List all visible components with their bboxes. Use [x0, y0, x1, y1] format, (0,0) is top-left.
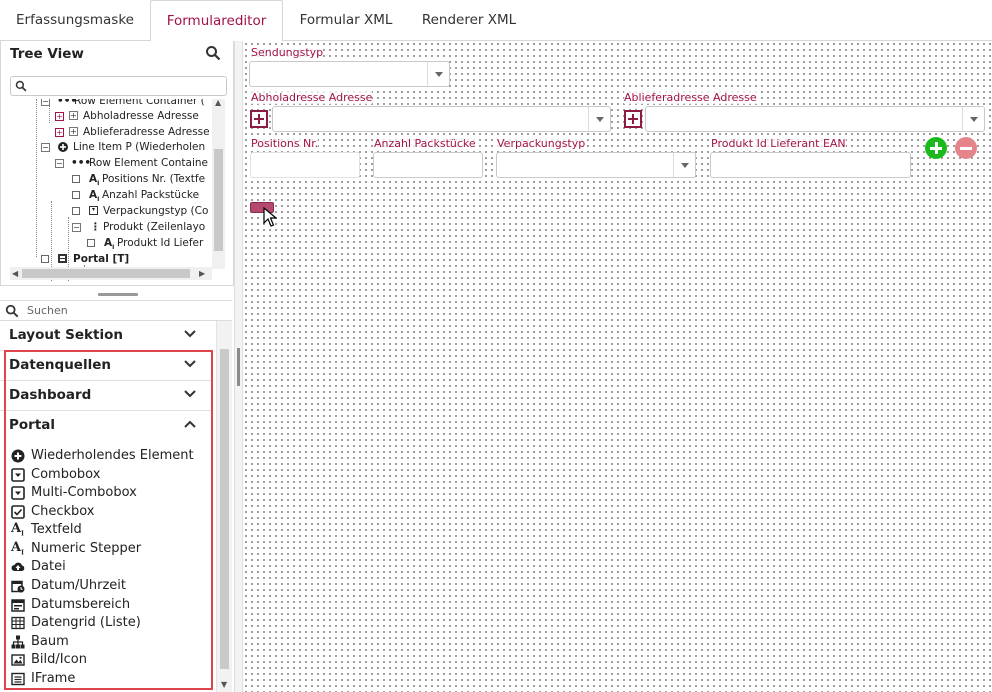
search-placeholder: Suchen [27, 304, 68, 317]
palette-vertical-scrollbar[interactable]: ▼ [216, 321, 232, 692]
search-icon [5, 304, 19, 318]
node-checkbox[interactable] [72, 191, 80, 199]
divider-grip[interactable] [237, 348, 240, 386]
mouse-cursor-icon [263, 207, 277, 227]
field-label-sendungstyp: Sendungstyp [251, 46, 324, 59]
collapse-toggle[interactable]: − [72, 223, 81, 232]
tree-node-label: Ablieferadresse Adresse [83, 126, 210, 138]
group-icon: + [69, 127, 78, 136]
scroll-down-arrow-icon[interactable]: ▼ [221, 680, 227, 689]
tree: − ••• Row Element Container ( + + Abhola… [10, 99, 227, 282]
field-label-produkt-id: Produkt Id Lieferant EAN [711, 137, 846, 150]
panel-splitter-handle[interactable] [98, 293, 138, 296]
tree-node-label: Verpackungstyp (Co [103, 205, 209, 217]
tree-node-label: Positions Nr. (Textfe [102, 173, 206, 185]
field-label-ablieferadresse: Ablieferadresse Adresse [624, 91, 757, 104]
tree-filter-input[interactable] [10, 76, 227, 96]
chevron-down-icon[interactable] [962, 107, 984, 131]
scroll-thumb[interactable] [22, 269, 190, 278]
text-field-icon: AI [89, 189, 100, 204]
tree-node-label: Abholadresse Adresse [83, 110, 199, 122]
tab-renderer-xml[interactable]: Renderer XML [408, 0, 530, 41]
tab-erfassungsmaske[interactable]: Erfassungsmaske [0, 0, 150, 41]
tree-node-label: Portal [T] [73, 253, 130, 265]
tree-node-label: Line Item P (Wiederholen [73, 141, 206, 153]
tree-connector [36, 99, 37, 257]
positions-nr-input[interactable] [250, 152, 360, 178]
search-icon[interactable] [205, 45, 221, 61]
field-label-abholadresse: Abholadresse Adresse [251, 91, 373, 104]
scroll-thumb[interactable] [220, 349, 229, 669]
verpackungstyp-combobox[interactable] [496, 152, 696, 178]
node-checkbox[interactable] [72, 207, 80, 215]
chevron-down-icon[interactable] [427, 62, 449, 86]
tree-vertical-scrollbar[interactable]: ▲ [212, 98, 225, 269]
node-checkbox[interactable] [72, 175, 80, 183]
tab-bar: Erfassungsmaske Formulareditor Formular … [0, 0, 992, 42]
tree-horizontal-scrollbar[interactable]: ◀ ▶ [10, 267, 212, 280]
expand-toggle[interactable]: + [55, 128, 64, 137]
sendungstyp-combobox[interactable] [249, 61, 450, 87]
plus-circle-icon [58, 142, 68, 152]
collapse-toggle[interactable]: − [41, 99, 50, 106]
add-abholadresse-button[interactable] [250, 110, 268, 128]
chevron-down-icon [184, 330, 196, 338]
node-checkbox[interactable] [41, 255, 49, 263]
chevron-down-icon[interactable] [588, 107, 610, 131]
field-label-positions-nr: Positions Nr. [251, 137, 319, 150]
left-panel: Tree View − ••• Row Element Container ( … [0, 41, 234, 692]
tab-formulareditor[interactable]: Formulareditor [150, 0, 283, 42]
tree-view-title: Tree View [10, 46, 84, 62]
group-icon: + [69, 111, 78, 120]
chevron-down-icon[interactable] [673, 153, 695, 177]
scroll-right-arrow-icon[interactable]: ▶ [199, 269, 205, 278]
remove-row-button[interactable] [955, 137, 977, 159]
combobox-icon: ▾ [89, 206, 98, 215]
tree-node-label: Produkt Id Liefer [117, 237, 204, 249]
section-label: Layout Sektion [9, 327, 123, 343]
produkt-id-input[interactable] [710, 152, 911, 178]
expand-toggle[interactable]: + [55, 112, 64, 121]
palette-search-input[interactable]: Suchen [0, 300, 232, 321]
form-canvas[interactable]: Sendungstyp Abholadresse Adresse Abliefe… [243, 41, 992, 692]
section-layout-sektion[interactable]: Layout Sektion [0, 321, 213, 351]
tree-node-label: Row Element Containe [89, 157, 208, 169]
search-icon [15, 80, 27, 92]
add-row-button[interactable] [925, 137, 947, 159]
field-label-verpackungstyp: Verpackungstyp [497, 137, 586, 150]
tree-node-label: Produkt (Zeilenlayo [103, 221, 206, 233]
scroll-left-arrow-icon[interactable]: ◀ [12, 269, 18, 278]
collapse-toggle[interactable]: − [55, 159, 64, 168]
ablieferadresse-combobox[interactable] [645, 106, 985, 132]
abholadresse-combobox[interactable] [272, 106, 611, 132]
tree-node-label: Anzahl Packstücke [102, 189, 200, 201]
field-label-anzahl: Anzahl Packstücke [374, 137, 476, 150]
node-checkbox[interactable] [87, 239, 95, 247]
add-ablieferadresse-button[interactable] [624, 110, 642, 128]
collapse-toggle[interactable]: − [41, 143, 50, 152]
highlight-box [4, 350, 213, 690]
scroll-up-arrow-icon[interactable]: ▲ [215, 98, 221, 107]
scroll-thumb[interactable] [214, 149, 223, 251]
vertical-dots-icon: ⋮ [90, 221, 101, 233]
panel-divider[interactable] [234, 41, 243, 692]
portal-icon [58, 254, 67, 263]
anzahl-packstuecke-input[interactable] [373, 152, 483, 178]
tab-formular-xml[interactable]: Formular XML [284, 0, 408, 41]
tree-view-panel: Tree View − ••• Row Element Container ( … [0, 41, 234, 286]
